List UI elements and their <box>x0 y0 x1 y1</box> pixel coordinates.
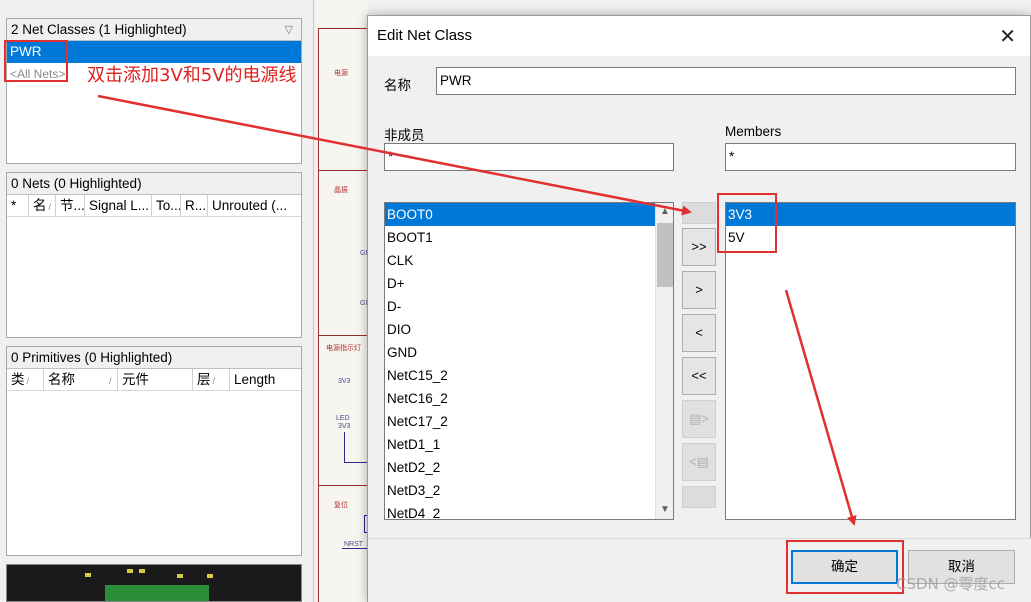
primitives-col-name[interactable]: 名称 / <box>44 369 118 390</box>
primitives-col-type[interactable]: 类 / <box>7 369 44 390</box>
members-label: Members <box>725 124 782 139</box>
annotation-text: 双击添加3V和5V的电源线 <box>87 65 297 86</box>
schematic-wire <box>344 462 368 463</box>
scroll-down-icon[interactable]: ▼ <box>656 501 673 519</box>
add-all-button[interactable]: >> <box>682 228 716 266</box>
schematic-wire <box>342 548 368 549</box>
nets-col-nodes[interactable]: 节... <box>56 195 85 216</box>
schematic-label-crystal: 晶振 <box>334 187 348 194</box>
list-item[interactable]: CLK <box>385 249 673 272</box>
list-item[interactable]: BOOT1 <box>385 226 673 249</box>
pad-shape <box>139 569 145 573</box>
list-item[interactable]: GND <box>385 341 673 364</box>
list-item[interactable]: DIO <box>385 318 673 341</box>
pad-shape <box>127 569 133 573</box>
primitives-pane: 0 Primitives (0 Highlighted) 类 / 名称 / 元件 层… <box>6 346 302 556</box>
schematic-divider <box>318 335 368 336</box>
add-button[interactable]: > <box>682 271 716 309</box>
annotation-box-ok <box>786 540 904 594</box>
schematic-label-power: 电源 <box>334 70 348 77</box>
pcb-board-shape <box>105 585 209 601</box>
nets-col-routed[interactable]: R... <box>181 195 208 216</box>
list-item[interactable]: NetD4_2 <box>385 502 673 519</box>
schematic-led-3v3: 3V3 <box>338 423 351 430</box>
pad-shape <box>85 573 91 577</box>
schematic-divider <box>318 485 368 486</box>
schematic-label-reset: 复位 <box>334 502 348 509</box>
list-item[interactable]: NetD2_2 <box>385 456 673 479</box>
schematic-net-3v3: 3V3 <box>338 378 351 385</box>
move-blank-button <box>682 202 716 224</box>
dialog-title: Edit Net Class <box>377 27 473 44</box>
dialog-titlebar[interactable]: Edit Net Class ✕ <box>368 16 1030 56</box>
scroll-up-icon[interactable]: ▲ <box>656 203 673 221</box>
schematic-frame <box>318 28 368 602</box>
primitives-header: 0 Primitives (0 Highlighted) <box>7 347 301 369</box>
non-members-label: 非成员 <box>384 128 425 143</box>
filter-icon[interactable]: ▽ <box>285 19 293 41</box>
watermark: CSDN @零度cc <box>896 575 1006 593</box>
list-item[interactable]: BOOT0 <box>385 203 673 226</box>
sort-icon: / <box>109 376 112 386</box>
nets-pane: 0 Nets (0 Highlighted) * 名 / 节... Signal … <box>6 172 302 338</box>
schematic-view[interactable]: 电源 晶振 电源指示灯 复位 3V3 LED 3V3 NRST GN GN <box>316 0 368 602</box>
primitives-col-length[interactable]: Length <box>230 369 300 390</box>
list-item[interactable]: D+ <box>385 272 673 295</box>
sort-icon: / <box>48 202 52 212</box>
close-icon[interactable]: ✕ <box>999 24 1016 49</box>
schematic-nrst: NRST <box>344 541 364 548</box>
net-classes-header: 2 Net Classes (1 Highlighted) ▽ <box>7 19 301 41</box>
schematic-label-power-led: 电源指示灯 <box>326 345 361 352</box>
name-label: 名称 <box>384 78 411 93</box>
schematic-led-label: LED <box>336 415 350 422</box>
pad-shape <box>207 574 213 578</box>
list-item[interactable]: NetC15_2 <box>385 364 673 387</box>
primitives-columns: 类 / 名称 / 元件 层 / Length <box>7 369 301 391</box>
remove-button[interactable]: < <box>682 314 716 352</box>
name-input[interactable]: PWR <box>436 67 1016 95</box>
nets-col-unrouted[interactable]: Unrouted (... <box>208 195 301 216</box>
sort-icon: / <box>26 376 30 386</box>
primitives-col-layer[interactable]: 层 / <box>193 369 230 390</box>
members-filter-input[interactable]: * <box>725 143 1016 171</box>
list-item[interactable]: NetD1_1 <box>385 433 673 456</box>
non-members-list[interactable]: BOOT0 BOOT1 CLK D+ D- DIO GND NetC15_2 N… <box>384 202 674 520</box>
pad-shape <box>177 574 183 578</box>
edit-net-class-dialog: Edit Net Class ✕ 名称 PWR 非成员 * Members * … <box>367 15 1031 602</box>
primitives-col-component[interactable]: 元件 <box>118 369 193 390</box>
nets-col-total[interactable]: To... <box>152 195 181 216</box>
non-members-scrollbar[interactable]: ▲ ▼ <box>655 203 673 519</box>
list-item[interactable]: NetC17_2 <box>385 410 673 433</box>
nets-col-star[interactable]: * <box>7 195 29 216</box>
scroll-thumb[interactable] <box>657 223 673 287</box>
move-blank-button <box>682 486 716 508</box>
non-members-filter-input[interactable]: * <box>384 143 674 171</box>
remove-class-icon[interactable]: <▤ <box>682 443 716 481</box>
schematic-wire <box>344 432 345 462</box>
nets-columns: * 名 / 节... Signal L... To... R... Unroute… <box>7 195 301 217</box>
nets-col-signal-length[interactable]: Signal L... <box>85 195 152 216</box>
pcb-panel: 2 Net Classes (1 Highlighted) ▽ PWR <All… <box>0 0 314 602</box>
list-item[interactable]: NetC16_2 <box>385 387 673 410</box>
list-item[interactable]: NetD3_2 <box>385 479 673 502</box>
sort-icon: / <box>212 376 216 386</box>
nets-col-name[interactable]: 名 / <box>29 195 56 216</box>
add-class-icon[interactable]: ▤> <box>682 400 716 438</box>
annotation-box-pwr <box>4 40 68 82</box>
schematic-divider <box>318 170 368 171</box>
annotation-box-members <box>717 193 777 253</box>
list-item[interactable]: D- <box>385 295 673 318</box>
board-preview[interactable] <box>6 564 302 602</box>
remove-all-button[interactable]: << <box>682 357 716 395</box>
nets-header: 0 Nets (0 Highlighted) <box>7 173 301 195</box>
